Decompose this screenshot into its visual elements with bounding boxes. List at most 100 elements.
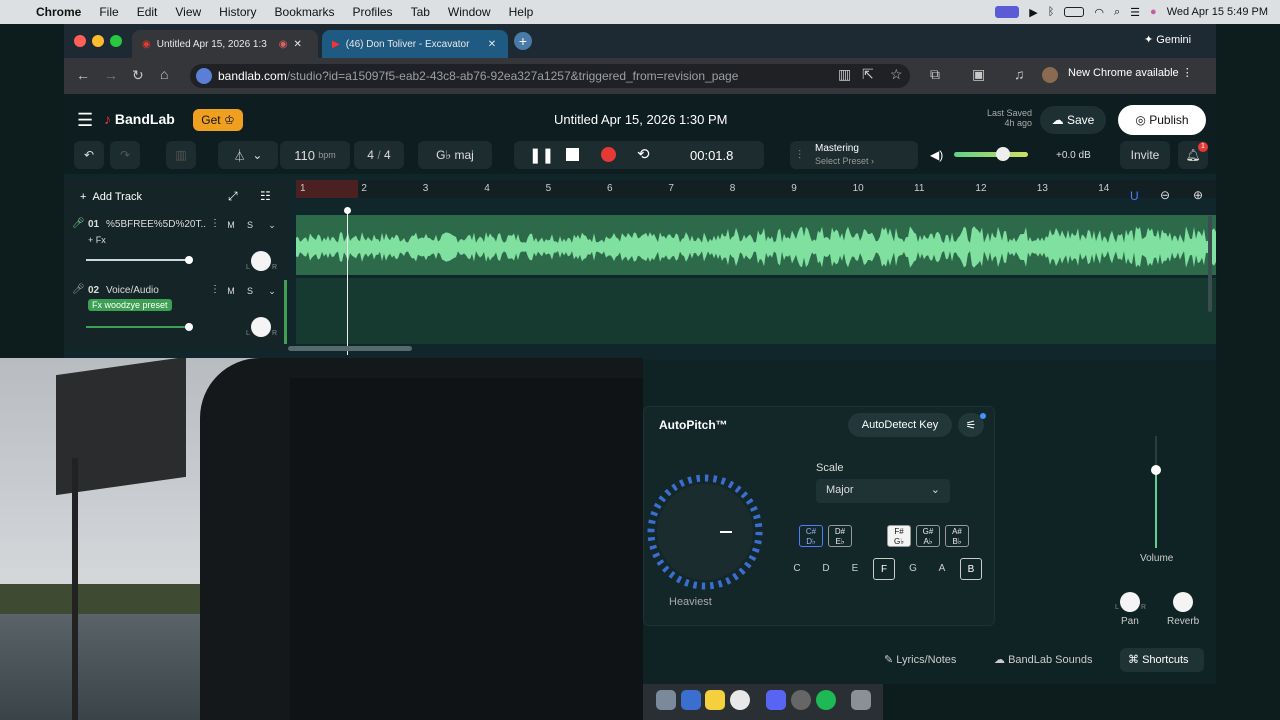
play-icon[interactable]: ▶ [1029,6,1037,19]
menu-help[interactable]: Help [509,5,534,19]
track-lane-2[interactable] [296,278,1216,344]
spotify-app-icon[interactable] [816,690,836,710]
fx-button[interactable]: + Fx [88,235,106,245]
menu-tab[interactable]: Tab [411,5,430,19]
sharp-key-button[interactable]: C# D♭ [799,525,823,547]
address-bar[interactable]: bandlab.com/studio?id=a15097f5-eab2-43c8… [190,64,910,88]
menu-edit[interactable]: Edit [137,5,158,19]
tab-bandlab[interactable]: ◉ Untitled Apr 15, 2026 1:3 ◉ ✕ [132,30,318,58]
pan-knob[interactable] [251,251,271,271]
natural-key-button[interactable]: G [902,558,924,580]
track-options-icon[interactable]: ⋮ [210,218,220,229]
grid-button[interactable]: ▥ [166,141,196,169]
app-icon[interactable] [656,690,676,710]
chrome-app-icon[interactable] [730,690,750,710]
sharp-key-button[interactable]: F# G♭ [887,525,911,547]
maximize-window-button[interactable] [110,35,122,47]
tempo-control[interactable]: 110 bpm [280,141,350,169]
solo-button[interactable]: S [243,218,257,232]
menu-app-name[interactable]: Chrome [36,5,81,19]
horizontal-scrollbar[interactable] [288,346,412,351]
menu-view[interactable]: View [175,5,201,19]
pause-button[interactable]: ❚❚ [529,146,554,164]
gemini-button[interactable]: ✦ Gemini [1144,33,1191,46]
mastering-button[interactable]: ⫶ Mastering Select Preset › [790,141,918,169]
close-tab-icon[interactable]: ✕ [293,39,301,50]
bookmark-star-icon[interactable]: ☆ [890,66,903,83]
menu-history[interactable]: History [219,5,256,19]
track-name[interactable]: Voice/Audio [106,285,159,296]
bluetooth-icon[interactable]: ᛒ [1048,6,1055,18]
search-icon[interactable]: ⌕ [1114,6,1120,19]
natural-key-button[interactable]: C [786,558,808,580]
automation-icon[interactable]: ⤢ [228,189,238,204]
shortcuts-button[interactable]: ⌘ Shortcuts [1120,648,1204,672]
loop-icon[interactable]: ⟲ [637,145,650,163]
reader-mode-icon[interactable]: ▥ [838,66,851,83]
hamburger-menu-icon[interactable]: ☰ [77,110,93,131]
volume-fader-thumb[interactable] [1151,465,1161,475]
track-volume-slider[interactable] [86,326,188,328]
track-name[interactable]: %5BFREE%5D%20T... [106,219,206,230]
forward-icon[interactable]: → [104,67,118,83]
fx-preset-badge[interactable]: Fx woodzye preset [88,299,172,311]
scale-dropdown[interactable]: Major ⌄ [816,479,950,503]
new-tab-button[interactable]: + [514,32,532,50]
notes-app-icon[interactable] [705,690,725,710]
track-row-1[interactable]: 🎤︎ 01 %5BFREE%5D%20T... ⋮ M S ⌄ + Fx L R [64,214,290,276]
back-icon[interactable]: ← [76,67,90,83]
natural-key-button[interactable]: E [844,558,866,580]
get-membership-button[interactable]: Get ♔ [193,109,243,131]
discord-app-icon[interactable] [766,690,786,710]
save-button[interactable]: ☁ Save [1040,106,1106,134]
project-title[interactable]: Untitled Apr 15, 2026 1:30 PM [554,112,727,127]
master-volume-slider[interactable] [954,152,1028,157]
track-volume-slider[interactable] [86,259,188,261]
key-selector[interactable]: G♭ maj [418,141,492,169]
tab-youtube[interactable]: ▶ (46) Don Toliver - Excavator ✕ [322,30,508,58]
pan-knob[interactable] [1120,592,1140,612]
menu-bookmarks[interactable]: Bookmarks [275,5,335,19]
bandlab-logo[interactable]: ♪ BandLab [104,111,175,127]
sharp-key-button[interactable]: D# E♭ [828,525,852,547]
chevron-down-icon[interactable]: ⌄ [265,218,279,232]
speaker-icon[interactable]: ◀) [930,148,943,162]
sharp-key-button[interactable]: G# A♭ [916,525,940,547]
sharp-key-button[interactable]: A# B♭ [945,525,969,547]
wifi-icon[interactable]: ◠ [1094,6,1104,19]
vertical-scrollbar[interactable] [1208,216,1212,312]
media-controls-icon[interactable]: ♫ [1014,66,1025,82]
natural-key-button[interactable]: B [960,558,982,580]
stop-button[interactable] [566,148,579,161]
close-window-button[interactable] [74,35,86,47]
site-info-icon[interactable] [196,68,212,84]
track-options-icon[interactable]: ⋮ [210,284,220,295]
extensions-icon[interactable]: ⧉ [930,66,940,83]
natural-key-button[interactable]: D [815,558,837,580]
siri-icon[interactable]: ● [1150,6,1157,18]
new-chrome-available-button[interactable]: New Chrome available ⋮ [1068,66,1193,79]
menu-profiles[interactable]: Profiles [353,5,393,19]
metronome-button[interactable]: ⏃ ⌄ [218,141,278,169]
track-row-2[interactable]: 🎤︎ 02 Voice/Audio ⋮ M S ⌄ Fx woodzye pre… [64,280,290,344]
zoom-out-icon[interactable]: ⊖ [1160,188,1170,202]
magnet-snap-icon[interactable]: U [1130,189,1139,203]
home-icon[interactable]: ⌂ [160,66,168,82]
playhead[interactable] [347,210,348,355]
natural-key-button[interactable]: F [873,558,895,580]
screen-record-icon[interactable] [995,6,1020,18]
install-app-icon[interactable]: ⇱ [862,66,874,83]
trash-icon[interactable] [851,690,871,710]
track-volume-thumb[interactable] [185,256,193,264]
mute-button[interactable]: M [224,284,238,298]
publish-button[interactable]: ◎ Publish [1118,105,1206,135]
undo-button[interactable]: ↶ [74,141,104,169]
timeline-ruler[interactable] [296,180,1216,198]
pan-knob[interactable] [251,317,271,337]
app-icon[interactable] [681,690,701,710]
correction-dial[interactable] [640,466,770,596]
invite-button[interactable]: Invite [1120,141,1170,169]
playhead-handle[interactable] [344,207,351,214]
more-menu-icon[interactable]: ⋮ [1182,67,1193,79]
chevron-down-icon[interactable]: ⌄ [265,284,279,298]
